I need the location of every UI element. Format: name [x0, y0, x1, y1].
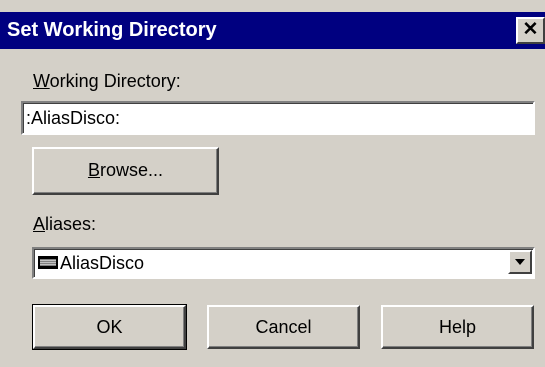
working-directory-label: Working Directory:	[33, 71, 181, 91]
aliases-selected-value: AliasDisco	[60, 253, 145, 273]
aliases-dropdown[interactable]: AliasDisco	[32, 247, 535, 279]
chevron-down-icon[interactable]	[508, 250, 532, 274]
aliases-label: Aliases:	[33, 214, 97, 234]
close-icon: ✕	[522, 19, 539, 40]
drive-icon	[38, 256, 58, 269]
ok-button[interactable]: OK	[32, 304, 187, 350]
working-directory-value: :AliasDisco:	[26, 108, 121, 128]
set-working-directory-dialog: Set Working Directory ✕ Working Director…	[0, 0, 545, 367]
cancel-button[interactable]: Cancel	[207, 305, 360, 349]
help-button[interactable]: Help	[381, 305, 534, 349]
working-directory-input[interactable]: :AliasDisco:	[21, 101, 535, 135]
title-bar[interactable]: Set Working Directory ✕	[0, 12, 545, 49]
browse-button[interactable]: Browse...	[32, 147, 219, 195]
close-button[interactable]: ✕	[516, 17, 545, 44]
dialog-title: Set Working Directory	[7, 19, 217, 41]
